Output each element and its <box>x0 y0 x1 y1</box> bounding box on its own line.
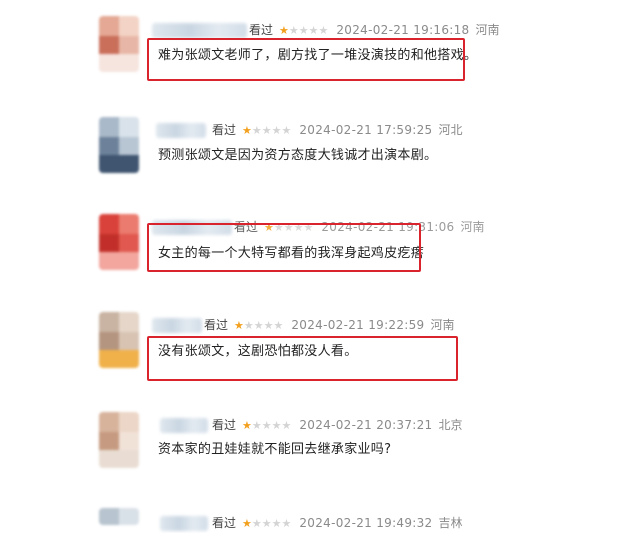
rating-stars: ★★★★★ <box>242 419 292 432</box>
rating-stars: ★★★★★ <box>234 319 284 332</box>
comment-timestamp: 2024-02-21 19:22:59 <box>291 318 425 332</box>
comment-timestamp: 2024-02-21 19:49:32 <box>299 516 433 530</box>
comment-text: 预测张颂文是因为资方态度大钱诚才出演本剧。 <box>158 148 438 163</box>
comment-meta: 看过 ★★★★★ 2024-02-21 20:37:21 北京 <box>212 416 463 434</box>
comment-location: 河北 <box>438 123 463 137</box>
comment-timestamp: 2024-02-21 20:37:21 <box>299 418 433 432</box>
username-blurred[interactable] <box>160 516 208 531</box>
comment-meta: 看过 ★★★★★ 2024-02-21 19:22:59 河南 <box>204 316 455 334</box>
avatar[interactable] <box>99 412 139 468</box>
avatar[interactable] <box>99 16 139 72</box>
comment-location: 吉林 <box>438 516 463 530</box>
comment-location: 北京 <box>438 418 463 432</box>
avatar[interactable] <box>99 214 139 270</box>
comment-text: 资本家的丑娃娃就不能回去继承家业吗? <box>158 442 392 457</box>
avatar[interactable] <box>99 312 139 368</box>
highlight-box <box>147 336 458 381</box>
username-blurred[interactable] <box>152 23 247 38</box>
comment-timestamp: 2024-02-21 17:59:25 <box>299 123 433 137</box>
username-blurred[interactable] <box>152 318 202 333</box>
comment-meta: 看过 ★★★★★ 2024-02-21 17:59:25 河北 <box>212 121 463 139</box>
comment-location: 河南 <box>460 220 485 234</box>
watched-status: 看过 <box>249 23 274 37</box>
watched-status: 看过 <box>212 123 237 137</box>
highlight-box <box>147 38 465 81</box>
avatar[interactable] <box>99 117 139 173</box>
watched-status: 看过 <box>212 516 237 530</box>
comment-location: 河南 <box>430 318 455 332</box>
comment-timestamp: 2024-02-21 19:16:18 <box>336 23 470 37</box>
highlight-box <box>147 223 421 272</box>
username-blurred[interactable] <box>156 123 206 138</box>
comment-location: 河南 <box>475 23 500 37</box>
rating-stars: ★★★★★ <box>242 124 292 137</box>
watched-status: 看过 <box>204 318 229 332</box>
username-blurred[interactable] <box>160 418 208 433</box>
comment-meta: 看过 ★★★★★ 2024-02-21 19:16:18 河南 <box>249 21 500 39</box>
comment-meta: 看过 ★★★★★ 2024-02-21 19:49:32 吉林 <box>212 514 463 532</box>
avatar[interactable] <box>99 508 139 525</box>
watched-status: 看过 <box>212 418 237 432</box>
rating-stars: ★★★★★ <box>242 517 292 530</box>
